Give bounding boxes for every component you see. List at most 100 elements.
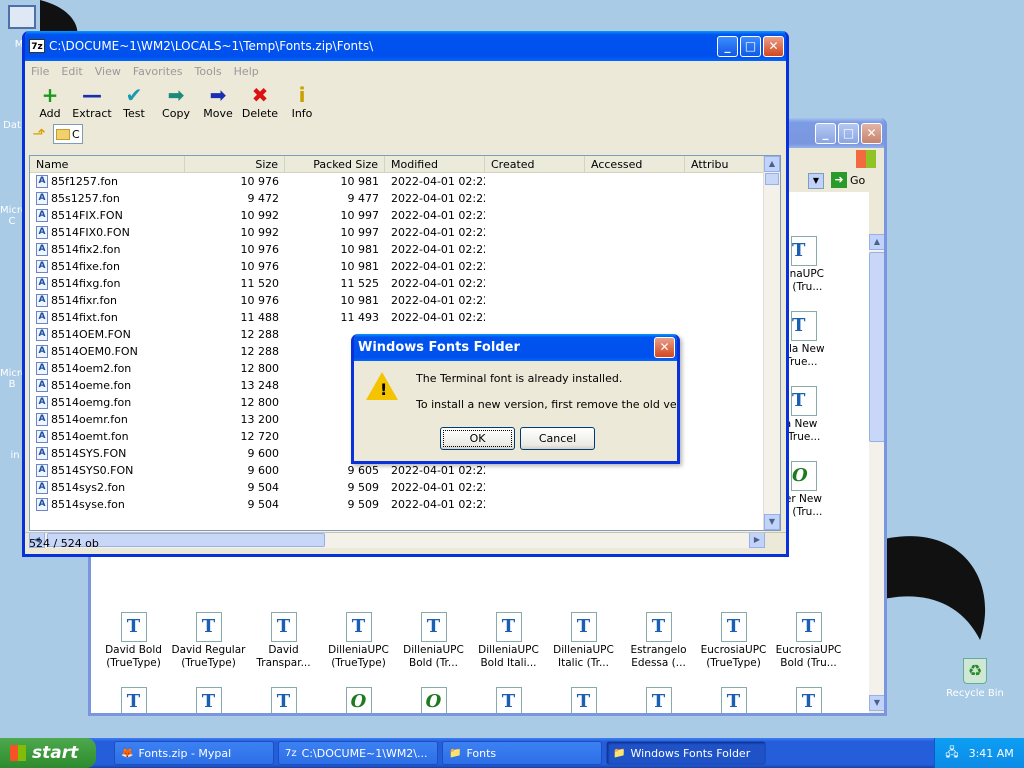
menu-edit[interactable]: Edit [61,65,82,78]
table-row[interactable]: A 8514fix2.fon 10 976 10 981 2022-04-01 02:2… [30,241,780,258]
font-item[interactable]: T David Regular (TrueType) [171,612,246,670]
menu-tools[interactable]: Tools [195,65,222,78]
font-item[interactable]: TFreesiaUPC (TrueType) [546,687,621,713]
desktop-icon-in[interactable]: in [8,450,22,461]
windows-fonts-folder-dialog[interactable]: Windows Fonts Folder ✕ ! The Terminal fo… [351,334,680,464]
table-row[interactable]: A 85f1257.fon 10 976 10 981 2022-04-01 02:22 [30,173,780,190]
truetype-font-icon: T [195,687,222,713]
address-dropdown-icon[interactable]: ▼ [808,173,824,189]
desktop-icon-dat[interactable]: Dat [0,120,24,131]
taskbar-button-3[interactable]: 📁 Fonts [442,741,602,765]
table-row[interactable]: A 8514syse.fon 9 504 9 509 2022-04-01 02:22 [30,496,780,513]
truetype-font-icon: T [270,612,297,642]
toolbar-copy-button[interactable]: ➡ Copy [155,81,197,121]
table-row[interactable]: A 8514fixe.fon 10 976 10 981 2022-04-01 02:2… [30,258,780,275]
file-size: 11 520 [240,277,280,290]
table-row[interactable]: A 8514FIX0.FON 10 992 10 997 2022-04-01 02:2… [30,224,780,241]
taskbar-button-2[interactable]: 7z C:\DOCUME~1\WM2\... [278,741,438,765]
maximize-button[interactable]: □ [838,122,859,144]
address-input[interactable]: C [53,124,83,144]
table-row[interactable]: A 8514SYS0.FON 9 600 9 605 2022-04-01 02:22 [30,462,780,479]
table-row[interactable]: A 8514sys2.fon 9 504 9 509 2022-04-01 02:22 [30,479,780,496]
sevenzip-window[interactable]: 7z C:\DOCUME~1\WM2\LOCALS~1\Temp\Fonts.z… [22,31,789,557]
scroll-down-button[interactable]: ▼ [764,514,780,530]
table-row[interactable]: A 8514fixg.fon 11 520 11 525 2022-04-01 02:2… [30,275,780,292]
font-item[interactable]: T EucrosiaUPC (TrueType) [696,612,771,670]
explorer-vscroll[interactable]: ▲ ▼ [869,234,884,711]
file-name: A 8514sys2.fon [30,481,185,495]
truetype-font-icon: T [791,236,817,266]
toolbar-move-button[interactable]: ➡ Move [197,81,239,121]
font-item[interactable]: T DilleniaUPC Italic (Tr... [546,612,621,670]
menu-favorites[interactable]: Favorites [133,65,183,78]
close-button[interactable]: ✕ [763,35,784,57]
toolbar-extract-button[interactable]: — Extract [71,81,113,121]
cancel-button[interactable]: Cancel [520,427,595,450]
menu-view[interactable]: View [95,65,121,78]
file-size: 10 976 [240,260,280,273]
column-header-accessed[interactable]: Accessed [585,156,685,172]
minimize-button[interactable]: _ [815,122,836,144]
font-item[interactable]: T DilleniaUPC Bold (Tr... [396,612,471,670]
toolbar-add-button[interactable]: + Add [29,81,71,121]
scroll-up-button[interactable]: ▲ [764,156,780,172]
font-item[interactable]: TFreesiaUPC Italic (Tr... [771,687,846,713]
table-row[interactable]: A 8514fixt.fon 11 488 11 493 2022-04-01 02:2… [30,309,780,326]
toolbar-test-button[interactable]: ✔ Test [113,81,155,121]
table-row[interactable]: A 8514fixr.fon 10 976 10 981 2022-04-01 02:2… [30,292,780,309]
listview-vscroll[interactable]: ▲ ▼ [763,156,780,530]
menu-help[interactable]: Help [234,65,259,78]
info-icon: i [298,83,306,107]
minimize-button[interactable]: _ [717,35,738,57]
scroll-up-button[interactable]: ▲ [869,234,884,250]
font-item[interactable]: T Estrangelo Edessa (... [621,612,696,670]
desktop-icon-recycle-bin[interactable]: ♻ Recycle Bin [940,658,1010,699]
font-item[interactable]: T DilleniaUPC (TrueType) [321,612,396,670]
font-item[interactable]: TFixed Miriam Transpar... [246,687,321,713]
toolbar-delete-button[interactable]: ✖ Delete [239,81,281,121]
sevenzip-titlebar[interactable]: 7z C:\DOCUME~1\WM2\LOCALS~1\Temp\Fonts.z… [25,31,786,61]
browser-icon: 🦊 [121,747,134,759]
table-row[interactable]: A 85s1257.fon 9 472 9 477 2022-04-01 02:22 [30,190,780,207]
column-header-created[interactable]: Created [485,156,585,172]
font-item[interactable]: TFrankRuehl (TrueType) [471,687,546,713]
truetype-font-icon: T [645,612,672,642]
font-item[interactable]: T DilleniaUPC Bold Itali... [471,612,546,670]
font-item[interactable]: T David Bold (TrueType) [96,612,171,670]
file-name: A 85f1257.fon [30,175,185,189]
scroll-down-button[interactable]: ▼ [869,695,884,711]
scroll-thumb[interactable] [869,252,884,442]
toolbar-info-button[interactable]: i Info [281,81,323,121]
menu-file[interactable]: File [31,65,49,78]
start-button[interactable]: start [0,738,96,768]
truetype-font-icon: T [270,687,297,713]
scroll-thumb[interactable] [765,173,779,185]
font-item[interactable]: TFreesiaUPC Bold Itali... [696,687,771,713]
column-header-attribu[interactable]: Attribu [685,156,765,172]
font-item[interactable]: T EucrosiaUPC Bold (Tru... [771,612,846,670]
file-size: 12 288 [240,345,280,358]
desktop-icon-micro-c[interactable]: Micro C [0,205,27,227]
dialog-titlebar[interactable]: Windows Fonts Folder ✕ [354,334,677,361]
network-icon[interactable]: 🖧 [945,743,958,764]
go-button[interactable]: ➜ Go [831,172,865,188]
close-button[interactable]: ✕ [654,337,675,358]
taskbar-button-4[interactable]: 📁 Windows Fonts Folder [606,741,766,765]
font-item[interactable]: OFranklin Gothic Medium Itali... [396,687,471,713]
font-item[interactable]: OFranklin Gothic Medium (Tr... [321,687,396,713]
column-header-name[interactable]: Name [30,156,185,172]
column-header-modified[interactable]: Modified [385,156,485,172]
up-folder-icon[interactable]: ⬏ [29,124,49,144]
table-row[interactable]: A 8514FIX.FON 10 992 10 997 2022-04-01 02:22 [30,207,780,224]
ok-button[interactable]: OK [440,427,515,450]
close-button[interactable]: ✕ [861,122,882,144]
maximize-button[interactable]: □ [740,35,761,57]
taskbar-button-1[interactable]: 🦊 Fonts.zip - Mypal [114,741,274,765]
desktop-icon-micro-b[interactable]: Micro B [0,368,27,390]
column-header-packed-size[interactable]: Packed Size [285,156,385,172]
column-header-size[interactable]: Size [185,156,285,172]
font-item[interactable]: TEucrosiaUPC Bold Italic... [96,687,171,713]
font-item[interactable]: TEucrosiaUPC Italic (Tru... [171,687,246,713]
font-item[interactable]: TFreesiaUPC Bold (Tru... [621,687,696,713]
font-item[interactable]: T David Transpar... [246,612,321,670]
